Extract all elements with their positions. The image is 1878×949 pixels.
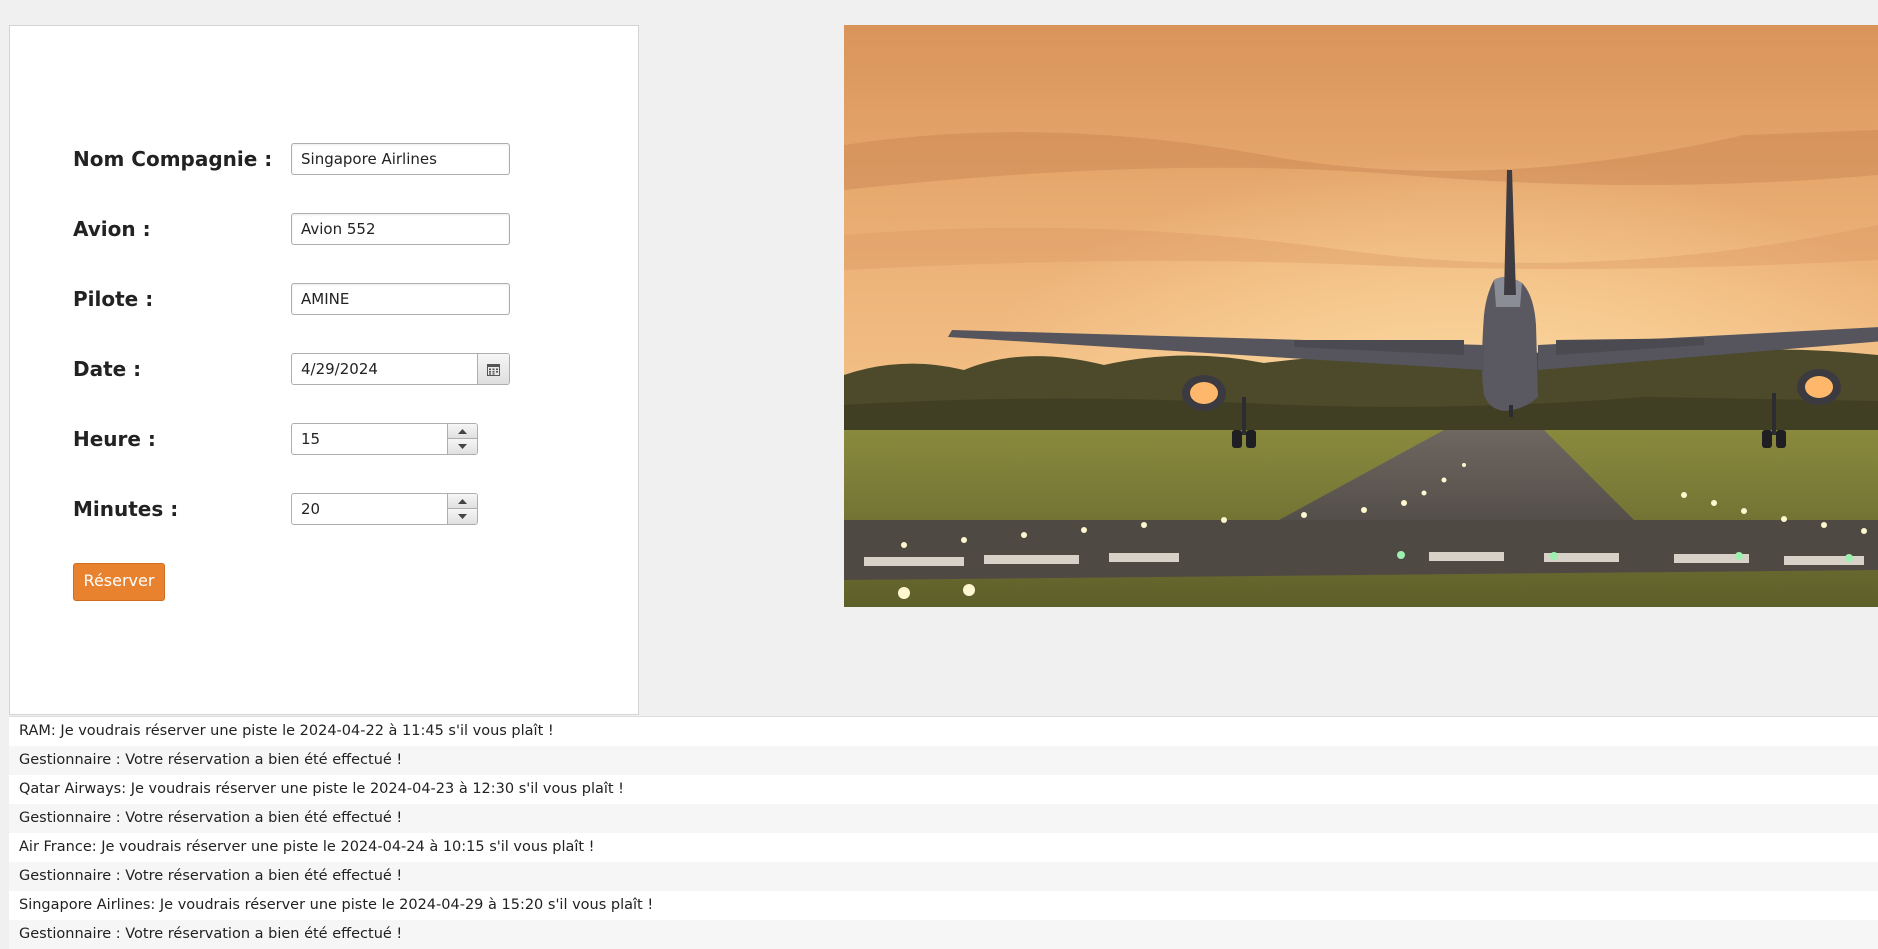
- log-item: RAM: Je voudrais réserver une piste le 2…: [9, 717, 1878, 746]
- hour-increment-button[interactable]: [448, 424, 477, 439]
- minutes-row: Minutes : 20: [73, 493, 593, 527]
- airplane-landing-illustration: [844, 25, 1878, 607]
- minutes-spin-buttons: [447, 494, 477, 524]
- date-picker[interactable]: 4/29/2024: [291, 353, 510, 385]
- pilot-row: Pilote : AMINE: [73, 283, 593, 317]
- company-input[interactable]: Singapore Airlines: [291, 143, 510, 175]
- triangle-up-icon: [458, 498, 467, 504]
- pilot-input[interactable]: AMINE: [291, 283, 510, 315]
- date-label: Date :: [73, 357, 142, 381]
- log-item: Gestionnaire : Votre réservation a bien …: [9, 920, 1878, 949]
- minutes-increment-button[interactable]: [448, 494, 477, 509]
- hour-spinner[interactable]: 15: [291, 423, 478, 455]
- calendar-icon: [487, 363, 500, 376]
- company-label: Nom Compagnie :: [73, 147, 273, 171]
- log-item: Gestionnaire : Votre réservation a bien …: [9, 804, 1878, 833]
- plane-row: Avion : Avion 552: [73, 213, 593, 247]
- reservation-log: RAM: Je voudrais réserver une piste le 2…: [9, 716, 1878, 949]
- minutes-spinner[interactable]: 20: [291, 493, 478, 525]
- company-row: Nom Compagnie : Singapore Airlines: [73, 143, 593, 177]
- pilot-label: Pilote :: [73, 287, 154, 311]
- calendar-button[interactable]: [477, 354, 509, 384]
- triangle-up-icon: [458, 428, 467, 434]
- hour-input[interactable]: 15: [301, 424, 320, 454]
- minutes-label: Minutes :: [73, 497, 179, 521]
- date-row: Date : 4/29/2024: [73, 353, 593, 387]
- hour-label: Heure :: [73, 427, 156, 451]
- date-input[interactable]: 4/29/2024: [301, 354, 378, 384]
- minutes-decrement-button[interactable]: [448, 509, 477, 524]
- triangle-down-icon: [458, 514, 467, 519]
- minutes-input[interactable]: 20: [301, 494, 320, 524]
- log-item: Air France: Je voudrais réserver une pis…: [9, 833, 1878, 862]
- plane-input[interactable]: Avion 552: [291, 213, 510, 245]
- hour-decrement-button[interactable]: [448, 439, 477, 454]
- hour-row: Heure : 15: [73, 423, 593, 457]
- airplane-landing-image: [844, 25, 1878, 607]
- hour-spin-buttons: [447, 424, 477, 454]
- reserve-button[interactable]: Réserver: [73, 563, 165, 601]
- log-item: Gestionnaire : Votre réservation a bien …: [9, 746, 1878, 775]
- plane-label: Avion :: [73, 217, 151, 241]
- reservation-form-panel: Nom Compagnie : Singapore Airlines Avion…: [9, 25, 639, 715]
- log-item: Singapore Airlines: Je voudrais réserver…: [9, 891, 1878, 920]
- log-item: Gestionnaire : Votre réservation a bien …: [9, 862, 1878, 891]
- log-item: Qatar Airways: Je voudrais réserver une …: [9, 775, 1878, 804]
- triangle-down-icon: [458, 444, 467, 449]
